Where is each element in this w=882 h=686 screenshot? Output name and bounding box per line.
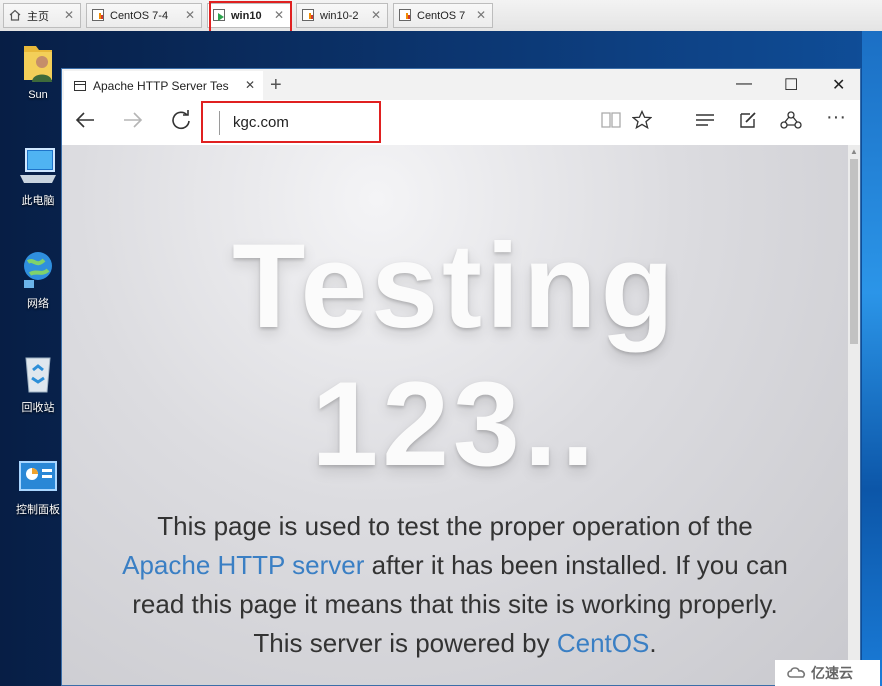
description-text: . xyxy=(649,628,657,658)
browser-tab[interactable]: Apache HTTP Server Tes ✕ xyxy=(64,71,263,100)
vm-tab-label: 主页 xyxy=(27,10,49,23)
vm-icon xyxy=(302,9,315,22)
desktop-icon-label: 回收站 xyxy=(21,402,55,414)
close-window-button[interactable]: ✕ xyxy=(832,75,845,95)
refresh-button[interactable] xyxy=(170,109,192,137)
vm-tab-label: CentOS 7-4 xyxy=(110,9,169,22)
share-button[interactable] xyxy=(780,110,802,135)
home-icon xyxy=(9,9,22,22)
vm-icon xyxy=(399,9,412,22)
maximize-button[interactable]: ☐ xyxy=(784,75,798,95)
page-description: This page is used to test the proper ope… xyxy=(118,507,792,663)
desktop-icon-this-pc[interactable]: 此电脑 xyxy=(8,145,68,208)
close-icon[interactable]: ✕ xyxy=(185,8,195,22)
hub-button[interactable] xyxy=(694,110,716,135)
share-icon xyxy=(780,111,802,129)
new-tab-button[interactable]: + xyxy=(270,74,282,97)
user-folder-icon xyxy=(24,46,52,82)
page-content: Testing 123.. This page is used to test … xyxy=(62,145,848,685)
page-icon xyxy=(74,80,86,91)
desktop-icon-network[interactable]: 网络 xyxy=(8,248,68,311)
scrollbar-thumb[interactable] xyxy=(850,159,858,344)
centos-link[interactable]: CentOS xyxy=(557,628,650,658)
vm-tab-label: win10-2 xyxy=(320,9,359,22)
vm-tab-centos-7[interactable]: CentOS 7 ✕ xyxy=(393,3,493,28)
close-icon[interactable]: ✕ xyxy=(371,8,381,22)
watermark: 亿速云 xyxy=(775,660,880,686)
cloud-logo-icon xyxy=(787,667,806,678)
vm-icon xyxy=(92,9,105,22)
desktop-icon-label: Sun xyxy=(28,89,48,101)
star-icon xyxy=(631,109,653,130)
scroll-up-icon[interactable]: ▲ xyxy=(850,147,858,156)
desktop-wallpaper-light xyxy=(862,31,882,686)
browser-tab-title: Apache HTTP Server Tes xyxy=(93,78,229,93)
heading-line-2: 123.. xyxy=(311,357,599,491)
forward-button[interactable] xyxy=(122,109,144,137)
vm-tab-bar: 主页 ✕ CentOS 7-4 ✕ win10 ✕ win10-2 ✕ Cent… xyxy=(0,0,882,32)
minimize-button[interactable]: — xyxy=(736,75,752,93)
highlight-box-address xyxy=(201,101,381,143)
web-note-button[interactable] xyxy=(738,110,758,135)
close-tab-icon[interactable]: ✕ xyxy=(245,78,255,92)
desktop-icon-label: 此电脑 xyxy=(21,195,55,207)
browser-toolbar: kgc.com ··· xyxy=(62,100,860,145)
close-icon[interactable]: ✕ xyxy=(64,8,74,22)
control-panel-icon xyxy=(19,461,57,491)
more-dots-icon: ··· xyxy=(826,106,846,128)
page-heading: Testing 123.. xyxy=(62,217,848,493)
desktop-icon-recycle-bin[interactable]: 回收站 xyxy=(8,352,68,415)
desktop-icon-sun[interactable]: Sun xyxy=(8,40,68,101)
back-arrow-icon xyxy=(75,112,94,128)
more-button[interactable]: ··· xyxy=(826,106,846,129)
vm-tab-home[interactable]: 主页 ✕ xyxy=(3,3,81,28)
vertical-scrollbar[interactable]: ▲ xyxy=(848,145,860,685)
browser-window: Apache HTTP Server Tes ✕ + — ☐ ✕ kgc.com xyxy=(61,68,861,686)
vm-tab-label: CentOS 7 xyxy=(417,9,466,22)
heading-line-1: Testing xyxy=(232,219,678,353)
forward-arrow-icon xyxy=(124,112,143,128)
browser-title-bar: Apache HTTP Server Tes ✕ + — ☐ ✕ xyxy=(62,69,860,100)
watermark-text: 亿速云 xyxy=(811,665,853,681)
pen-note-icon xyxy=(740,112,756,128)
close-icon[interactable]: ✕ xyxy=(476,8,486,22)
desktop-icon-control-panel[interactable]: 控制面板 xyxy=(8,458,68,517)
vm-tab-win10-2[interactable]: win10-2 ✕ xyxy=(296,3,388,28)
hub-icon xyxy=(696,114,714,126)
recycle-bin-icon xyxy=(25,357,51,393)
description-text: This page is used to test the proper ope… xyxy=(157,511,753,541)
reading-view-button[interactable] xyxy=(600,110,622,135)
computer-icon xyxy=(20,148,56,183)
desktop-icon-label: 网络 xyxy=(27,298,49,310)
book-icon xyxy=(601,112,621,128)
apache-http-server-link[interactable]: Apache HTTP server xyxy=(122,550,364,580)
network-icon xyxy=(24,252,52,288)
desktop-icon-label: 控制面板 xyxy=(16,504,60,516)
favorite-button[interactable] xyxy=(631,109,653,135)
back-button[interactable] xyxy=(74,109,96,137)
vm-tab-centos-7-4[interactable]: CentOS 7-4 ✕ xyxy=(86,3,202,28)
refresh-icon xyxy=(172,110,190,130)
